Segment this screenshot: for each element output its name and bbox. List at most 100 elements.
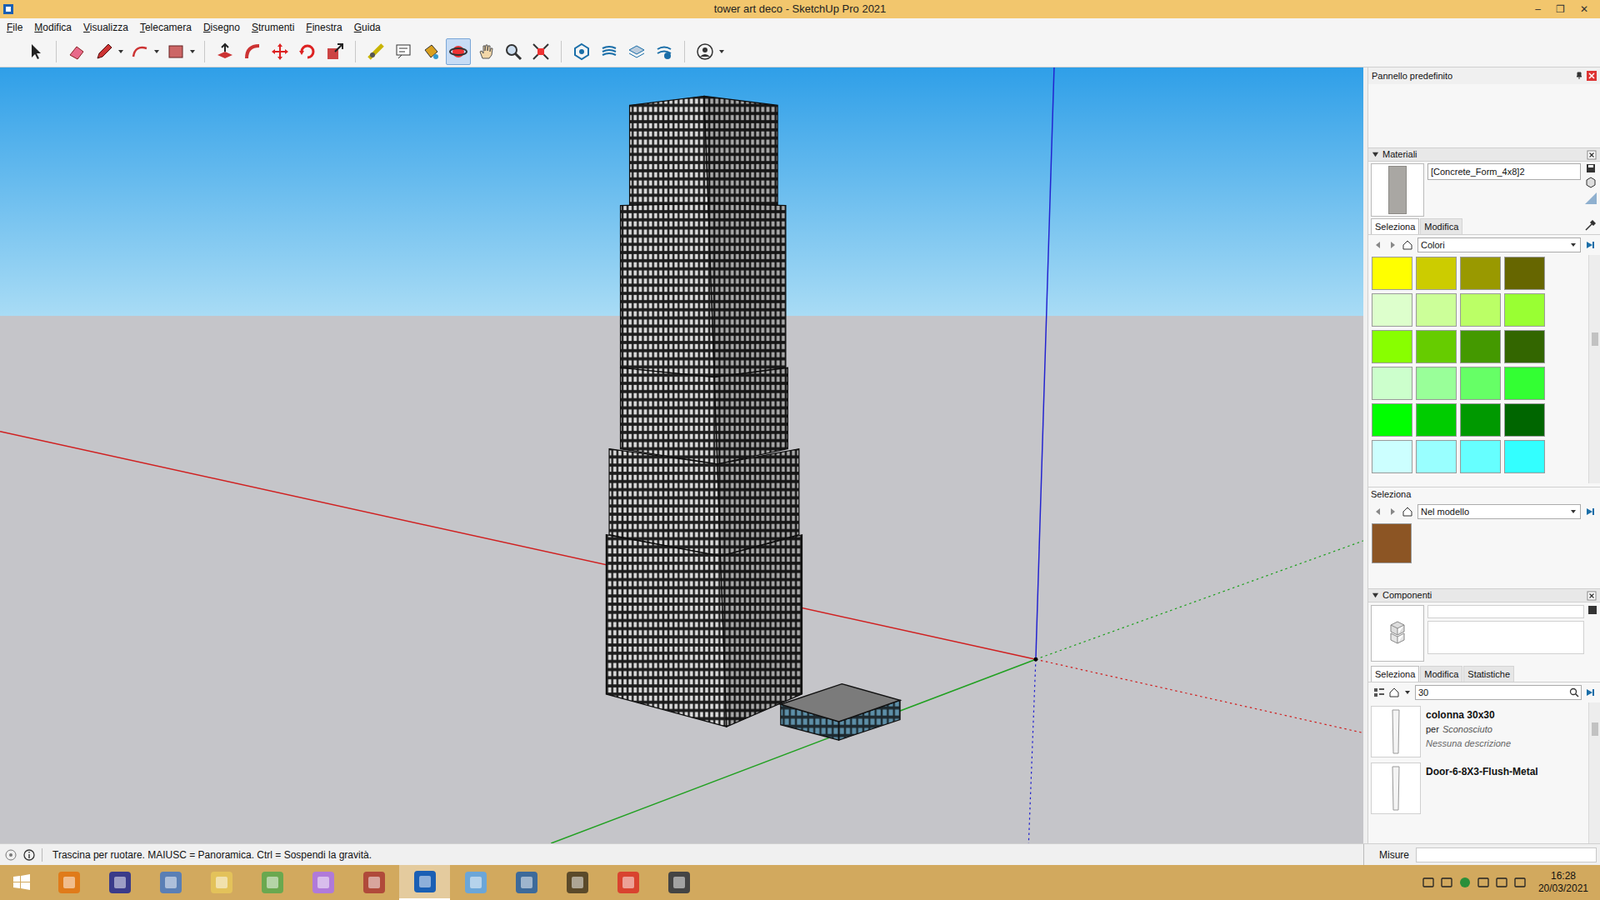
taskbar-app[interactable] — [94, 865, 145, 900]
menu-item[interactable]: Guida — [354, 20, 381, 35]
app-icon[interactable] — [463, 870, 489, 895]
color-swatch[interactable] — [1415, 366, 1457, 400]
geo-location-icon[interactable] — [5, 849, 17, 861]
minimize-button[interactable]: – — [1531, 4, 1545, 15]
back-icon[interactable] — [1373, 506, 1384, 517]
app-icon[interactable] — [666, 870, 692, 895]
app-icon[interactable] — [514, 870, 540, 895]
close-icon[interactable] — [1586, 70, 1597, 81]
materials-section[interactable]: Materiali — [1368, 147, 1600, 162]
tool-button[interactable] — [127, 38, 153, 65]
language-icon[interactable] — [1440, 875, 1454, 890]
tab[interactable]: Modifica — [1420, 218, 1463, 235]
tool-button[interactable] — [624, 38, 650, 65]
scrollbar[interactable] — [1588, 702, 1600, 844]
color-swatch[interactable] — [1504, 366, 1545, 400]
zoom-extents-icon[interactable] — [530, 41, 551, 62]
viewport[interactable] — [0, 67, 1364, 844]
tool-button[interactable] — [322, 38, 348, 65]
tool-button[interactable] — [295, 38, 320, 65]
color-swatch[interactable] — [1371, 403, 1413, 437]
tool-button[interactable] — [692, 38, 718, 65]
app-icon[interactable] — [565, 870, 590, 895]
color-swatch[interactable] — [1504, 403, 1545, 437]
color-swatch[interactable] — [1371, 256, 1413, 290]
volume-icon[interactable] — [1513, 875, 1527, 890]
component-result[interactable]: colonna 30x30perSconosciutoNessuna descr… — [1370, 705, 1586, 758]
menu-item[interactable]: Disegno — [203, 20, 240, 35]
tool-button[interactable] — [212, 38, 238, 65]
dropdown-arrow-icon[interactable] — [1403, 688, 1412, 697]
layout-icon[interactable] — [626, 41, 647, 62]
menu-item[interactable]: File — [6, 20, 23, 35]
taskbar-app[interactable] — [43, 865, 95, 900]
library-dropdown[interactable]: Nel modello — [1417, 504, 1581, 520]
dropdown-arrow-icon[interactable] — [152, 47, 161, 56]
tool-button[interactable] — [473, 38, 499, 65]
tool-button[interactable] — [163, 38, 189, 65]
taskbar-app[interactable] — [399, 865, 450, 900]
tape-measure-icon[interactable] — [365, 41, 386, 62]
tool-button[interactable] — [596, 38, 622, 65]
tab[interactable]: Seleziona — [1370, 665, 1420, 683]
network-icon[interactable] — [1458, 875, 1472, 890]
dropdown-arrow-icon[interactable] — [188, 47, 197, 56]
keyboard-icon[interactable] — [1421, 875, 1435, 890]
taskbar-app[interactable] — [195, 865, 247, 900]
taskbar-app[interactable] — [297, 865, 349, 900]
app-icon[interactable] — [209, 870, 235, 895]
color-swatch[interactable] — [1460, 330, 1501, 364]
scale-icon[interactable] — [325, 41, 345, 62]
app-icon[interactable] — [56, 870, 82, 895]
view-options-icon[interactable] — [1373, 686, 1385, 699]
details-icon[interactable] — [1585, 687, 1595, 698]
menu-item[interactable]: Strumenti — [251, 20, 295, 35]
color-swatch[interactable] — [1460, 403, 1501, 437]
details-icon[interactable] — [1585, 506, 1595, 517]
component-result[interactable]: Door-6-8X3-Flush-Metal — [1370, 762, 1586, 815]
home-icon[interactable] — [1401, 505, 1414, 518]
tool-button[interactable] — [363, 38, 389, 65]
app-icon[interactable] — [158, 870, 184, 895]
info-icon[interactable] — [23, 849, 35, 861]
pencil-icon[interactable] — [94, 41, 115, 62]
color-swatch[interactable] — [1371, 366, 1413, 400]
collapse-icon[interactable] — [1371, 150, 1380, 159]
paint-bucket-icon[interactable] — [420, 41, 441, 62]
app-icon[interactable] — [310, 870, 336, 895]
forward-icon[interactable] — [1387, 506, 1398, 517]
windows-logo-icon[interactable] — [12, 873, 31, 892]
tab[interactable]: Statistiche — [1463, 665, 1515, 683]
flag-icon[interactable] — [1476, 875, 1490, 890]
app-icon[interactable] — [260, 870, 285, 895]
color-swatch[interactable] — [1460, 366, 1501, 400]
taskbar-app[interactable] — [145, 865, 196, 900]
menu-item[interactable]: Telecamera — [140, 20, 192, 35]
taskbar-app[interactable] — [500, 865, 552, 900]
tool-button[interactable] — [23, 38, 49, 65]
taskbar-app[interactable] — [348, 865, 400, 900]
color-swatch[interactable] — [1415, 293, 1457, 327]
tool-button[interactable] — [651, 38, 677, 65]
color-swatch[interactable] — [1415, 440, 1457, 474]
tool-button[interactable] — [91, 38, 117, 65]
tool-button[interactable] — [445, 38, 471, 65]
app-icon[interactable] — [107, 870, 133, 895]
component-description-field[interactable] — [1427, 620, 1585, 655]
back-icon[interactable] — [1373, 240, 1384, 250]
taskbar-app[interactable] — [653, 865, 705, 900]
move-icon[interactable] — [270, 41, 290, 62]
component-name-field[interactable] — [1427, 605, 1585, 619]
push-pull-icon[interactable] — [215, 41, 235, 62]
save-icon[interactable] — [1585, 163, 1596, 174]
scrollbar[interactable] — [1588, 255, 1600, 484]
library-dropdown[interactable]: Colori — [1417, 237, 1581, 253]
rotate-icon[interactable] — [297, 41, 318, 62]
details-icon[interactable] — [1585, 240, 1595, 250]
tool-button[interactable] — [64, 38, 90, 65]
select-icon[interactable] — [25, 41, 46, 62]
color-swatch[interactable] — [1504, 256, 1545, 290]
measurements-field[interactable] — [1415, 847, 1597, 863]
menu-item[interactable]: Modifica — [34, 20, 72, 35]
app-icon[interactable] — [615, 870, 641, 895]
